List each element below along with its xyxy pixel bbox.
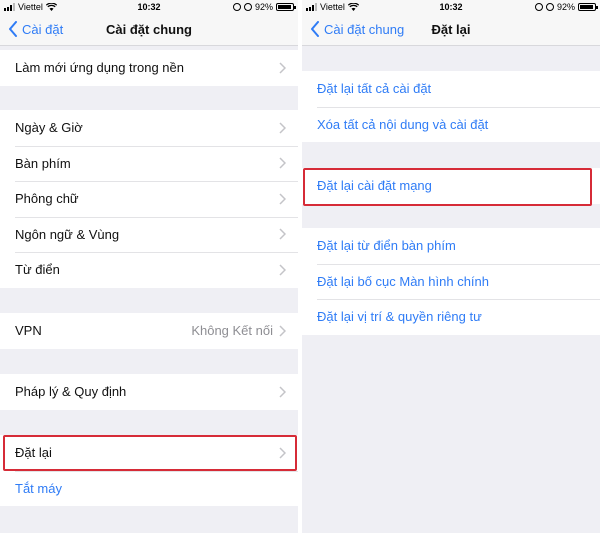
settings-row-vpn[interactable]: VPN Không Kết nối	[0, 313, 298, 349]
alarm-icon	[545, 3, 554, 11]
row-label: Tắt máy	[15, 480, 62, 496]
chevron-left-icon	[9, 21, 17, 37]
row-label: Đặt lại vị trí & quyền riêng tư	[317, 309, 482, 325]
back-label: Cài đặt chung	[324, 21, 405, 37]
settings-row-language-region[interactable]: Ngôn ngữ & Vùng	[0, 216, 298, 253]
chevron-left-icon	[311, 21, 319, 37]
row-label: Làm mới ứng dụng trong nền	[15, 60, 184, 76]
row-label: Phông chữ	[15, 191, 79, 207]
row-label: Bàn phím	[15, 155, 71, 171]
back-button[interactable]: Cài đặt chung	[310, 21, 404, 37]
reset-network-settings-button[interactable]: Đặt lại cài đặt mạng	[302, 168, 600, 204]
settings-row-date-time[interactable]: Ngày & Giờ	[0, 110, 298, 146]
settings-row-reset[interactable]: Đặt lại	[0, 435, 298, 471]
row-label: Pháp lý & Quy định	[15, 384, 127, 400]
vpn-status: Không Kết nối	[191, 323, 273, 339]
row-label: Đặt lại bố cục Màn hình chính	[317, 273, 489, 289]
general-settings-screen: Viettel 10:32 92% Cài đặt Cài đặt chung …	[0, 0, 298, 533]
settings-row-background-refresh[interactable]: Làm mới ứng dụng trong nền	[0, 50, 298, 86]
battery-percent: 92%	[556, 2, 575, 12]
back-button[interactable]: Cài đặt	[8, 21, 63, 37]
reset-options-group: Đặt lại tất cả cài đặt Xóa tất cả nội du…	[302, 71, 600, 142]
reset-options-group: Đặt lại cài đặt mạng	[302, 168, 600, 204]
reset-keyboard-dictionary-button[interactable]: Đặt lại từ điển bàn phím	[302, 228, 600, 264]
settings-group: Ngày & Giờ Bàn phím Phông chữ Ngôn ngữ &…	[0, 110, 298, 288]
settings-group: VPN Không Kết nối	[0, 313, 298, 349]
chevron-right-icon	[279, 122, 286, 134]
battery-icon	[276, 3, 296, 11]
reset-options-group: Đặt lại từ điển bàn phím Đặt lại bố cục …	[302, 228, 600, 335]
reset-location-privacy-button[interactable]: Đặt lại vị trí & quyền riêng tư	[302, 299, 600, 335]
chevron-right-icon	[279, 228, 286, 240]
settings-group: Đặt lại Tắt máy	[0, 435, 298, 506]
row-label: Đặt lại cài đặt mạng	[317, 178, 432, 194]
settings-row-legal[interactable]: Pháp lý & Quy định	[0, 374, 298, 410]
row-label: Ngôn ngữ & Vùng	[15, 226, 120, 242]
chevron-right-icon	[279, 264, 286, 276]
settings-row-fonts[interactable]: Phông chữ	[0, 181, 298, 217]
alarm-icon	[243, 3, 252, 11]
battery-percent: 92%	[254, 2, 273, 12]
row-label: Đặt lại	[15, 445, 52, 461]
status-bar: Viettel 10:32 92%	[302, 0, 600, 14]
row-label: Từ điển	[15, 262, 60, 278]
navigation-bar: Cài đặt chung Đặt lại	[302, 14, 600, 46]
reset-screen: Viettel 10:32 92% Cài đặt chung Đặt lại …	[302, 0, 600, 533]
battery-icon	[578, 3, 598, 11]
settings-row-keyboard[interactable]: Bàn phím	[0, 145, 298, 182]
settings-row-dictionary[interactable]: Từ điển	[0, 252, 298, 288]
row-label: VPN	[15, 323, 42, 339]
erase-all-content-button[interactable]: Xóa tất cả nội dung và cài đặt	[302, 106, 600, 143]
row-label: Đặt lại tất cả cài đặt	[317, 81, 432, 97]
row-label: Ngày & Giờ	[15, 120, 83, 136]
settings-group: Pháp lý & Quy định	[0, 374, 298, 410]
row-label: Đặt lại từ điển bàn phím	[317, 238, 456, 254]
row-label: Xóa tất cả nội dung và cài đặt	[317, 116, 489, 132]
chevron-right-icon	[279, 325, 286, 337]
settings-group: Làm mới ứng dụng trong nền	[0, 50, 298, 86]
chevron-right-icon	[279, 193, 286, 205]
orientation-lock-icon	[232, 3, 241, 11]
shut-down-button[interactable]: Tắt máy	[0, 470, 298, 507]
chevron-right-icon	[279, 62, 286, 74]
reset-home-screen-layout-button[interactable]: Đặt lại bố cục Màn hình chính	[302, 263, 600, 300]
status-bar: Viettel 10:32 92%	[0, 0, 298, 14]
chevron-right-icon	[279, 386, 286, 398]
chevron-right-icon	[279, 157, 286, 169]
chevron-right-icon	[279, 447, 286, 459]
navigation-bar: Cài đặt Cài đặt chung	[0, 14, 298, 46]
back-label: Cài đặt	[22, 21, 64, 37]
reset-all-settings-button[interactable]: Đặt lại tất cả cài đặt	[302, 71, 600, 107]
orientation-lock-icon	[534, 3, 543, 11]
